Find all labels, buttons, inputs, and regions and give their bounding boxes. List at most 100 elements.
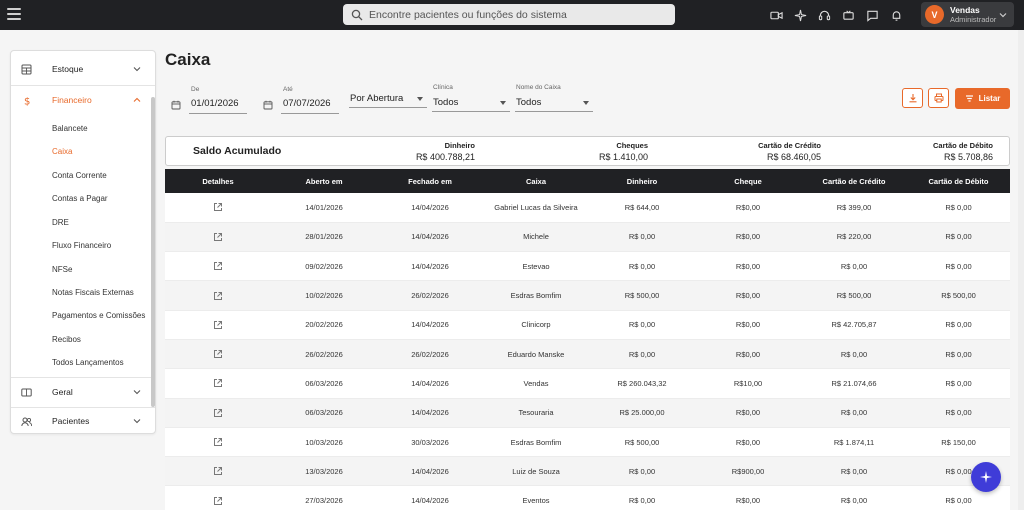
cheque-cell: R$0,00 xyxy=(695,310,801,340)
column-header: Caixa xyxy=(483,169,589,193)
column-header: Cheque xyxy=(695,169,801,193)
fechado-em-cell: 14/04/2026 xyxy=(377,310,483,340)
open-external-icon[interactable] xyxy=(213,349,223,359)
message-icon[interactable] xyxy=(860,6,884,24)
date-from-underline xyxy=(189,113,247,114)
column-header: Fechado em xyxy=(377,169,483,193)
sidebar-item-financeiro[interactable]: $ Financeiro xyxy=(11,85,155,115)
sidebar-item-estoque[interactable]: Estoque xyxy=(11,54,155,84)
column-header: Cartão de Débito xyxy=(907,169,1010,193)
calendar-icon[interactable] xyxy=(263,100,273,110)
date-to-input[interactable]: 07/07/2026 xyxy=(283,98,331,109)
assistant-fab-button[interactable] xyxy=(971,462,1001,492)
dropdown-arrow-icon xyxy=(583,101,589,105)
open-external-icon[interactable] xyxy=(213,378,223,388)
sidebar-subitem-fluxo-financeiro[interactable]: Fluxo Financeiro xyxy=(52,241,111,250)
summary-value: R$ 400.788,21 xyxy=(415,152,475,162)
video-icon[interactable] xyxy=(764,6,788,24)
fechado-em-cell: 14/04/2026 xyxy=(377,368,483,399)
dinheiro-cell: R$ 25.000,00 xyxy=(589,398,695,428)
download-button[interactable] xyxy=(902,88,923,108)
open-external-icon[interactable] xyxy=(213,408,223,418)
open-external-icon[interactable] xyxy=(213,261,223,271)
sidebar-subitem-todos-lancamentos[interactable]: Todos Lançamentos xyxy=(52,358,124,367)
sidebar-subitem-notas-fiscais-externas[interactable]: Notas Fiscais Externas xyxy=(52,288,134,297)
nome-caixa-select[interactable]: Todos xyxy=(516,97,541,108)
cheque-cell: R$0,00 xyxy=(695,222,801,253)
dollar-icon: $ xyxy=(24,96,30,106)
cartao-credito-cell: R$ 0,00 xyxy=(801,456,907,487)
sidebar-subitem-caixa[interactable]: Caixa xyxy=(52,147,72,156)
cheque-cell: R$0,00 xyxy=(695,485,801,510)
open-external-icon[interactable] xyxy=(213,320,223,330)
main-scrollbar[interactable] xyxy=(1018,30,1024,510)
open-external-icon[interactable] xyxy=(213,291,223,301)
sidebar-subitem-nfse[interactable]: NFSe xyxy=(52,265,72,274)
cheque-cell: R$0,00 xyxy=(695,398,801,428)
sidebar-subitem-pagamentos-e-comissoes[interactable]: Pagamentos e Comissões xyxy=(52,311,145,320)
table-header-row: Detalhes Aberto em Fechado em Caixa Dinh… xyxy=(165,169,1010,193)
cheque-cell: R$900,00 xyxy=(695,456,801,487)
sidebar-item-label: Pacientes xyxy=(52,416,90,426)
summary-value: R$ 5.708,86 xyxy=(943,152,993,162)
open-external-icon[interactable] xyxy=(213,202,223,212)
caixa-cell: Luiz de Souza xyxy=(483,456,589,487)
download-icon xyxy=(909,94,916,103)
cartao-debito-cell: R$ 0,00 xyxy=(907,485,1010,510)
open-external-icon[interactable] xyxy=(213,232,223,242)
bell-icon[interactable] xyxy=(884,6,908,24)
aberto-em-cell: 10/03/2026 xyxy=(271,427,377,458)
fechado-em-cell: 14/04/2026 xyxy=(377,485,483,510)
cheque-cell: R$0,00 xyxy=(695,251,801,282)
sidebar-subitem-recibos[interactable]: Recibos xyxy=(52,335,81,344)
open-external-icon[interactable] xyxy=(213,466,223,476)
table-row: 06/03/2026 14/04/2026 Tesouraria R$ 25.000,… xyxy=(165,398,1010,428)
table-row: 09/02/2026 14/04/2026 Estevao R$ 0,00 R$0,00… xyxy=(165,251,1010,282)
cartao-credito-cell: R$ 1.874,11 xyxy=(801,427,907,458)
aberto-em-cell: 09/02/2026 xyxy=(271,251,377,282)
sidebar-item-pacientes[interactable]: Pacientes xyxy=(11,406,155,433)
sidebar-subitem-contas-a-pagar[interactable]: Contas a Pagar xyxy=(52,194,108,203)
cartao-credito-cell: R$ 500,00 xyxy=(801,280,907,311)
sparkle-icon[interactable] xyxy=(788,6,812,24)
date-from-input[interactable]: 01/01/2026 xyxy=(191,98,239,109)
details-cell xyxy=(165,310,271,340)
tipo-select[interactable]: Por Abertura xyxy=(350,93,403,104)
page-title: Caixa xyxy=(165,50,211,69)
sidebar-subitem-conta-corrente[interactable]: Conta Corrente xyxy=(52,171,107,180)
sidebar-subitem-balancete[interactable]: Balancete xyxy=(52,124,88,133)
sidebar-subitem-dre[interactable]: DRE xyxy=(52,218,69,227)
search-icon xyxy=(351,9,363,20)
summary-value: R$ 1.410,00 xyxy=(598,152,648,162)
fechado-em-cell: 26/02/2026 xyxy=(377,339,483,370)
print-button[interactable] xyxy=(928,88,949,108)
print-icon xyxy=(934,93,943,103)
chevron-down-icon xyxy=(133,67,141,72)
aberto-em-cell: 06/03/2026 xyxy=(271,368,377,399)
open-external-icon[interactable] xyxy=(213,437,223,447)
cartao-credito-cell: R$ 0,00 xyxy=(801,485,907,510)
aberto-em-cell: 27/03/2026 xyxy=(271,485,377,510)
calendar-icon[interactable] xyxy=(171,100,181,110)
search-box[interactable] xyxy=(343,4,675,25)
hamburger-menu-icon[interactable] xyxy=(7,8,21,22)
open-external-icon[interactable] xyxy=(213,496,223,506)
sparkle-icon xyxy=(980,471,992,483)
details-cell xyxy=(165,193,271,223)
sidebar-item-geral[interactable]: Geral xyxy=(11,377,155,407)
column-header: Dinheiro xyxy=(589,169,695,193)
fechado-em-cell: 14/04/2026 xyxy=(377,251,483,282)
listar-button[interactable]: Listar xyxy=(955,88,1010,109)
sidebar-scrollbar[interactable] xyxy=(151,97,155,407)
caixa-cell: Gabriel Lucas da Silveira xyxy=(483,193,589,223)
details-cell xyxy=(165,222,271,253)
listar-label: Listar xyxy=(978,94,1001,103)
cheque-cell: R$0,00 xyxy=(695,427,801,458)
summary-label: Dinheiro xyxy=(444,141,475,150)
user-menu[interactable]: V Vendas Administrador xyxy=(921,2,1014,27)
headset-icon[interactable] xyxy=(812,6,836,24)
dinheiro-cell: R$ 0,00 xyxy=(589,485,695,510)
clinica-select[interactable]: Todos xyxy=(433,97,458,108)
chat-tv-icon[interactable] xyxy=(836,6,860,24)
search-input[interactable] xyxy=(369,8,669,21)
